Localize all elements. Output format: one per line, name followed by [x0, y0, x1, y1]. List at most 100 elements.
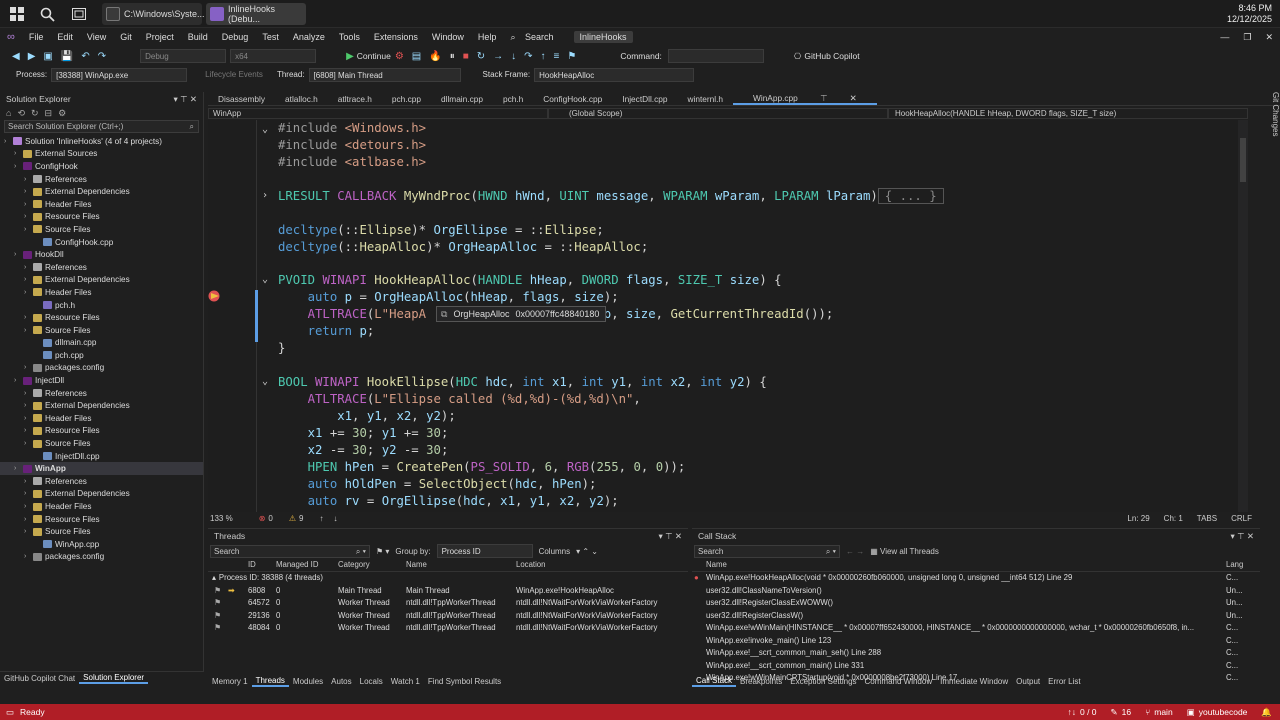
step-into-icon[interactable]: ↓	[507, 51, 520, 62]
menu-file[interactable]: File	[22, 32, 51, 42]
menu-build[interactable]: Build	[181, 32, 215, 42]
error-count[interactable]: 0	[268, 514, 272, 523]
col-category[interactable]: Category	[338, 560, 406, 569]
menu-search[interactable]: ⌕ Search	[503, 32, 567, 43]
tree-item[interactable]: › External Sources	[0, 148, 203, 161]
flag-icon[interactable]: ⚑ ▾	[376, 547, 389, 556]
tree-item[interactable]: › Header Files	[0, 198, 203, 211]
chevron-icon[interactable]: ›	[24, 415, 33, 422]
chevron-icon[interactable]: ›	[24, 427, 33, 434]
columns-button[interactable]: Columns	[539, 547, 571, 556]
tree-item[interactable]: ConfigHook.cpp	[0, 236, 203, 249]
call-stack-row[interactable]: WinApp.exe!wWinMain(HINSTANCE__ * 0x0000…	[692, 622, 1260, 635]
tab-immediate-window[interactable]: Immediate Window	[936, 677, 1012, 686]
status-repo[interactable]: youtubecode	[1199, 707, 1248, 717]
tab-error-list[interactable]: Error List	[1044, 677, 1084, 686]
tree-item[interactable]: › InjectDll	[0, 374, 203, 387]
tree-item[interactable]: WinApp.cpp	[0, 538, 203, 551]
tree-item[interactable]: › References	[0, 475, 203, 488]
search-icon[interactable]	[36, 4, 58, 24]
status-line-changes[interactable]: 0 / 0	[1080, 707, 1097, 717]
member-dropdown[interactable]: HookHeapAlloc(HANDLE hHeap, DWORD flags,…	[888, 107, 1248, 119]
refresh-icon[interactable]: ↻	[31, 108, 39, 119]
fold-hookheapalloc-icon[interactable]: ⌄	[262, 274, 268, 285]
chevron-icon[interactable]: ›	[24, 503, 33, 510]
chevron-icon[interactable]: ›	[14, 163, 23, 170]
threads-search-input[interactable]: Search ⌕ ▾	[210, 544, 370, 558]
solution-search-input[interactable]: Search Solution Explorer (Ctrl+;) ⌕	[4, 120, 199, 133]
thread-row[interactable]: ⚑ ➡ 6808 0 Main Thread Main Thread WinApp.exe!…	[208, 584, 688, 597]
menu-tools[interactable]: Tools	[332, 32, 367, 42]
thread-group-row[interactable]: ▴ Process ID: 38388 (4 threads)	[208, 572, 688, 585]
chevron-icon[interactable]: ›	[24, 213, 33, 220]
tree-item[interactable]: › References	[0, 387, 203, 400]
chevron-icon[interactable]: ›	[14, 251, 23, 258]
chevron-icon[interactable]: ›	[24, 402, 33, 409]
menu-window[interactable]: Window	[425, 32, 471, 42]
chevron-icon[interactable]: ›	[24, 390, 33, 397]
break-all-icon[interactable]: ⏸	[446, 51, 459, 62]
tree-item[interactable]: pch.cpp	[0, 349, 203, 362]
call-stack-row[interactable]: user32.dll!RegisterClassExWOWW() Un...	[692, 597, 1260, 610]
tab-command-window[interactable]: Command Window	[861, 677, 937, 686]
fold-include-icon[interactable]: ⌄	[262, 124, 268, 135]
tab-confighook-cpp[interactable]: ConfigHook.cpp	[533, 94, 612, 104]
notifications-icon[interactable]: 🔔	[1261, 707, 1272, 718]
col-managed-id[interactable]: Managed ID	[276, 560, 338, 569]
tab-watch1[interactable]: Watch 1	[387, 677, 424, 686]
flag-icon[interactable]: ⚑	[214, 611, 228, 620]
tree-item[interactable]: › Source Files	[0, 437, 203, 450]
hot-reload-icon[interactable]: 🔥	[425, 51, 445, 62]
tree-item[interactable]: › Header Files	[0, 412, 203, 425]
chevron-icon[interactable]: ›	[24, 264, 33, 271]
col-id[interactable]: ID	[248, 560, 276, 569]
expand-wndproc-icon[interactable]: ›	[262, 190, 268, 201]
forward-icon[interactable]: ▶	[24, 51, 40, 62]
undo-icon[interactable]: ↶	[77, 51, 93, 62]
flag-icon[interactable]: ⚑	[214, 623, 228, 632]
call-stack-row[interactable]: user32.dll!RegisterClassW() Un...	[692, 609, 1260, 622]
call-stack-row[interactable]: ● WinApp.exe!HookHeapAlloc(void * 0x00000…	[692, 572, 1260, 585]
tree-item[interactable]: › Source Files	[0, 525, 203, 538]
chevron-icon[interactable]: ›	[14, 150, 23, 157]
tab-pch-h[interactable]: pch.h	[493, 94, 533, 104]
chevron-icon[interactable]: ›	[24, 440, 33, 447]
taskbar-vs-window[interactable]: InlineHooks (Debu...	[206, 3, 306, 25]
nav-arrows-icon[interactable]: ← →	[846, 547, 864, 556]
save-icon[interactable]: 💾	[57, 51, 77, 62]
group-by-dropdown[interactable]: Process ID	[436, 544, 533, 558]
chevron-icon[interactable]: ›	[24, 327, 33, 334]
task-view-icon[interactable]	[68, 4, 90, 24]
status-changes-count[interactable]: 16	[1122, 707, 1131, 717]
call-stack-row[interactable]: WinApp.exe!__scrt_common_main() Line 331…	[692, 659, 1260, 672]
git-changes-side-tab[interactable]: Git Changes	[1262, 92, 1280, 222]
call-stack-row[interactable]: user32.dll!ClassNameToVersion() Un...	[692, 584, 1260, 597]
tab-disassembly[interactable]: Disassembly	[208, 94, 275, 104]
tree-item[interactable]: › WinApp	[0, 462, 203, 476]
next-issue-icon[interactable]: ↓	[333, 514, 337, 523]
project-dropdown[interactable]: WinApp	[208, 107, 548, 119]
show-next-statement-icon[interactable]: →	[489, 51, 507, 62]
command-input[interactable]	[667, 49, 764, 63]
chevron-icon[interactable]: ›	[14, 465, 23, 472]
pin-icon[interactable]: ⊤	[810, 93, 837, 103]
copilot-icon[interactable]: ⎔	[794, 51, 801, 62]
prev-issue-icon[interactable]: ↑	[319, 514, 323, 523]
flag-icon[interactable]: ⚑	[214, 598, 228, 607]
col-lang[interactable]: Lang	[1226, 560, 1243, 569]
continue-button[interactable]: Continue	[357, 51, 391, 61]
tree-item[interactable]: InjectDll.cpp	[0, 450, 203, 463]
chevron-icon[interactable]: ›	[24, 226, 33, 233]
fold-hookellipse-icon[interactable]: ⌄	[262, 376, 268, 387]
line-ending[interactable]: CRLF	[1231, 514, 1252, 523]
menu-debug[interactable]: Debug	[215, 32, 256, 42]
col-name[interactable]: Name	[406, 560, 516, 569]
lifecycle-events-button[interactable]: Lifecycle Events	[205, 70, 263, 79]
code-editor[interactable]: ⌄ › ⌄ ⌄ #include <Windows.h> #include <d…	[208, 120, 1248, 512]
chevron-icon[interactable]: ›	[24, 478, 33, 485]
stop-icon[interactable]: ■	[459, 51, 473, 62]
tree-item[interactable]: › References	[0, 173, 203, 186]
editor-scrollbar[interactable]	[1238, 120, 1248, 512]
tree-item[interactable]: › External Dependencies	[0, 399, 203, 412]
platform-dropdown[interactable]: x64	[230, 49, 317, 63]
